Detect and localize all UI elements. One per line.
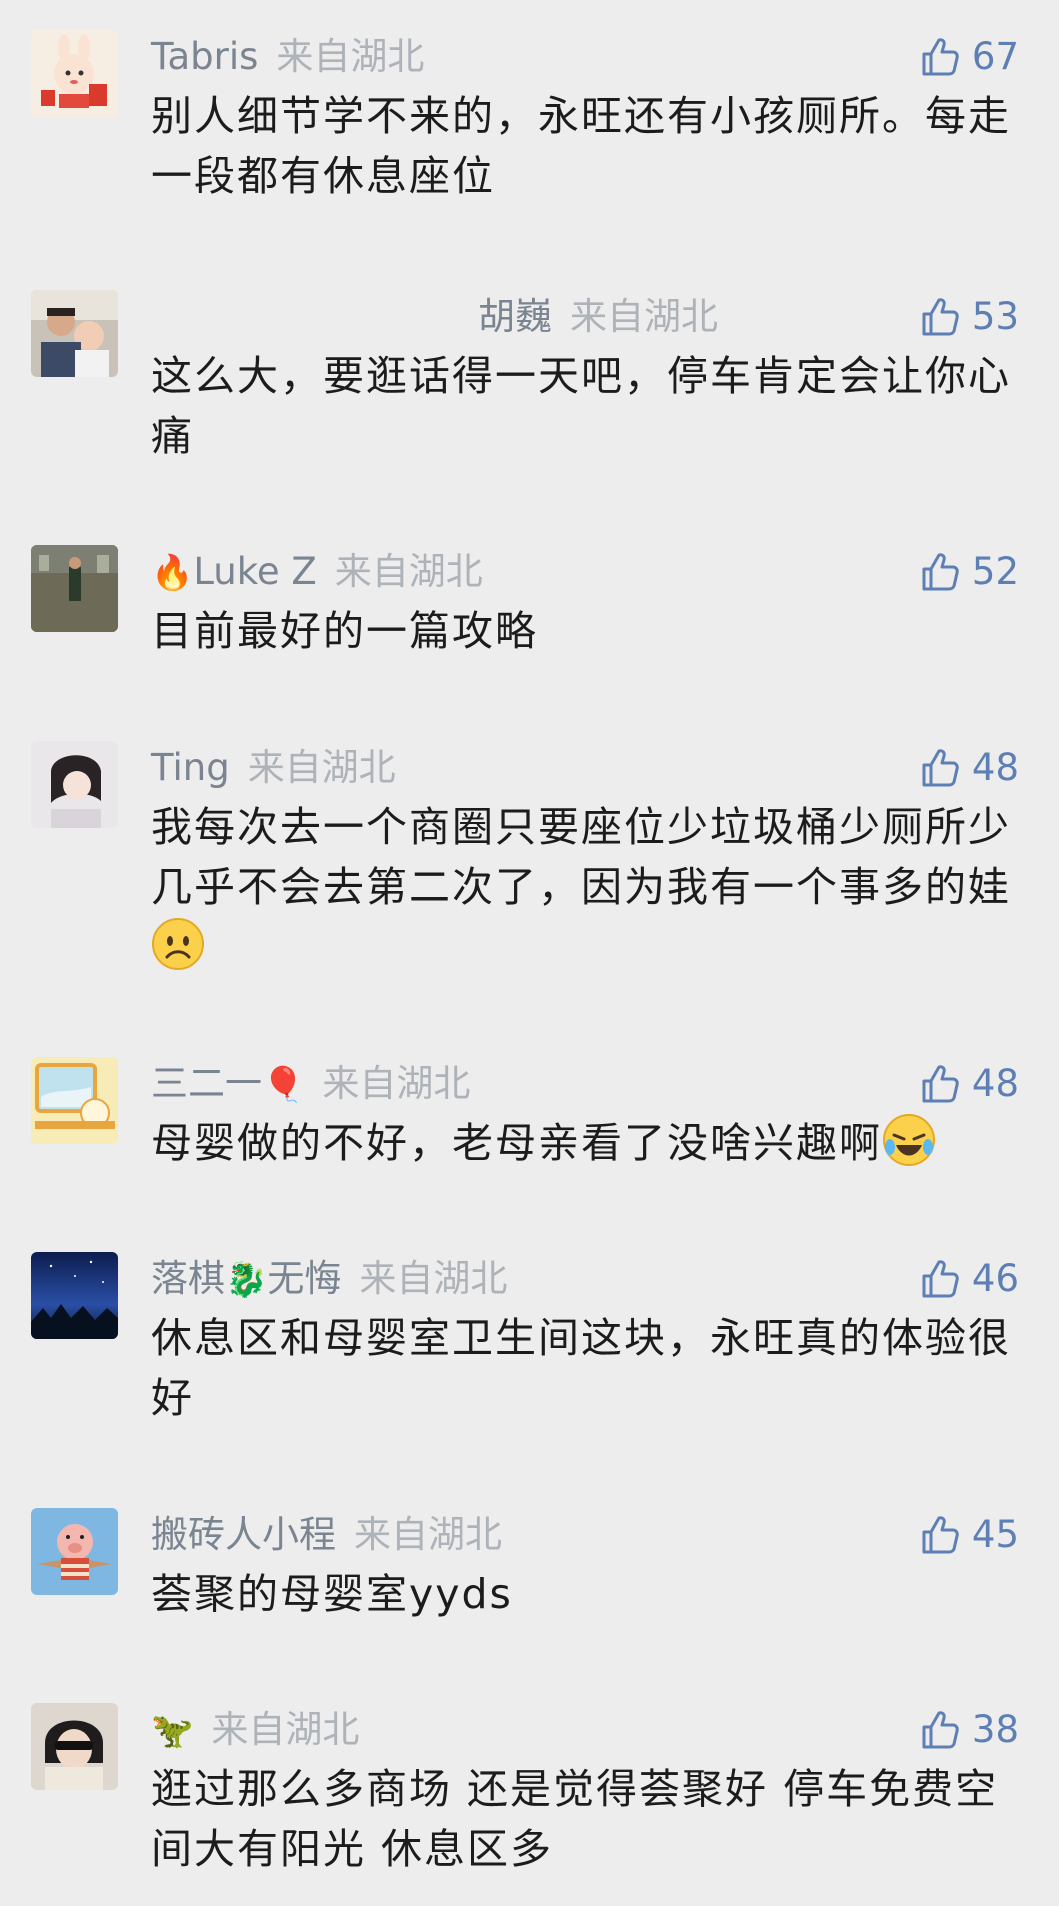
location: 来自湖北 (359, 1257, 508, 1300)
laugh-cry-emoji-icon (883, 1114, 935, 1166)
username[interactable]: 三二一 (151, 1062, 262, 1105)
like-button[interactable]: 45 (920, 1510, 1019, 1560)
avatar[interactable] (31, 30, 118, 117)
night-sky-avatar (31, 1252, 118, 1339)
avatar[interactable] (31, 1703, 118, 1790)
bunny-newyear-avatar (31, 30, 118, 117)
comment-text-content: 母婴做的不好，老母亲看了没啥兴趣啊 (151, 1119, 882, 1167)
dragon-emoji-icon: 🐉 (225, 1260, 268, 1300)
comment-text: 别人细节学不来的，永旺还有小孩厕所。每走一段都有休息座位 (151, 92, 1011, 200)
avatar[interactable] (31, 1252, 118, 1339)
like-button[interactable]: 38 (920, 1705, 1019, 1755)
username[interactable]: 胡巍 (478, 295, 552, 338)
dinosaur-emoji-icon: 🦖 (151, 1711, 194, 1751)
comment-text: 这么大，要逛话得一天吧，停车肯定会让你心痛 (151, 352, 1011, 460)
like-count: 48 (971, 1062, 1019, 1105)
like-count: 67 (971, 35, 1019, 78)
avatar[interactable] (31, 545, 118, 632)
thumbs-up-icon (922, 1065, 959, 1103)
name-row: Tabris 来自湖北 (151, 34, 424, 80)
location: 来自湖北 (276, 35, 425, 78)
comment-text: 休息区和母婴室卫生间这块，永旺真的体验很好 (151, 1314, 1011, 1422)
username[interactable]: Luke Z (193, 550, 316, 593)
like-button[interactable]: 48 (920, 1059, 1019, 1109)
username[interactable]: 搬砖人小程 (151, 1513, 336, 1556)
username[interactable]: Ting (151, 746, 230, 789)
location: 来自湖北 (334, 550, 483, 593)
location: 来自湖北 (322, 1062, 471, 1105)
like-count: 48 (971, 746, 1019, 789)
location: 来自湖北 (247, 746, 396, 789)
like-button[interactable]: 67 (920, 32, 1019, 82)
mall-photo-avatar (31, 545, 118, 632)
name-row: 🦖 来自湖北 (151, 1707, 359, 1753)
girl-photo-avatar (31, 741, 118, 828)
name-row: 🔥Luke Z 来自湖北 (151, 549, 483, 595)
thumbs-up-icon (922, 1260, 959, 1298)
comment-text: 母婴做的不好，老母亲看了没啥兴趣啊 (151, 1113, 1021, 1173)
avatar[interactable] (31, 290, 118, 377)
location: 来自湖北 (354, 1513, 502, 1556)
name-row: 胡巍 来自湖北 (478, 294, 718, 340)
thumbs-up-icon (922, 1711, 959, 1749)
like-button[interactable]: 48 (920, 743, 1019, 793)
pig-toy-avatar (31, 1508, 118, 1595)
like-count: 52 (971, 550, 1019, 593)
comment-text: 荟聚的母婴室yyds (151, 1570, 513, 1618)
balloon-emoji-icon: 🎈 (262, 1065, 305, 1105)
thumbs-up-icon (922, 749, 959, 787)
name-row: 落棋🐉无悔 来自湖北 (151, 1256, 507, 1302)
name-row: 搬砖人小程 来自湖北 (151, 1512, 502, 1558)
like-count: 46 (971, 1257, 1019, 1300)
thumbs-up-icon (922, 38, 959, 76)
avatar[interactable] (31, 1057, 118, 1144)
comment-text: 我每次去一个商圈只要座位少垃圾桶少厕所少几乎不会去第二次了，因为我有一个事多的娃 (151, 797, 1021, 977)
like-count: 38 (971, 1708, 1019, 1751)
cartoon-window-avatar (31, 1057, 118, 1144)
sunglasses-man-avatar (31, 1703, 118, 1790)
comment-text: 逛过那么多商场 还是觉得荟聚好 停车免费空间大有阳光 休息区多 (151, 1765, 999, 1873)
username[interactable]: 落棋 (151, 1257, 225, 1300)
name-row: Ting 来自湖北 (151, 745, 396, 791)
location: 来自湖北 (570, 295, 718, 338)
avatar[interactable] (31, 1508, 118, 1595)
thumbs-up-icon (922, 553, 959, 591)
father-baby-photo-avatar (31, 290, 118, 377)
like-button[interactable]: 52 (920, 547, 1019, 597)
comment-text: 目前最好的一篇攻略 (151, 607, 538, 655)
fire-emoji-icon: 🔥 (151, 553, 194, 593)
username-suffix[interactable]: 无悔 (267, 1257, 341, 1300)
like-count: 53 (971, 295, 1019, 338)
like-count: 45 (971, 1513, 1019, 1556)
avatar[interactable] (31, 741, 118, 828)
thumbs-up-icon (922, 298, 959, 336)
username[interactable]: Tabris (151, 35, 258, 78)
location: 来自湖北 (211, 1708, 360, 1751)
like-button[interactable]: 53 (920, 292, 1019, 342)
comment-text-content: 我每次去一个商圈只要座位少垃圾桶少厕所少几乎不会去第二次了，因为我有一个事多的娃 (151, 803, 1011, 911)
name-row: 三二一🎈 来自湖北 (151, 1061, 470, 1107)
sad-face-emoji-icon (152, 918, 204, 970)
like-button[interactable]: 46 (920, 1254, 1019, 1304)
thumbs-up-icon (922, 1516, 959, 1554)
